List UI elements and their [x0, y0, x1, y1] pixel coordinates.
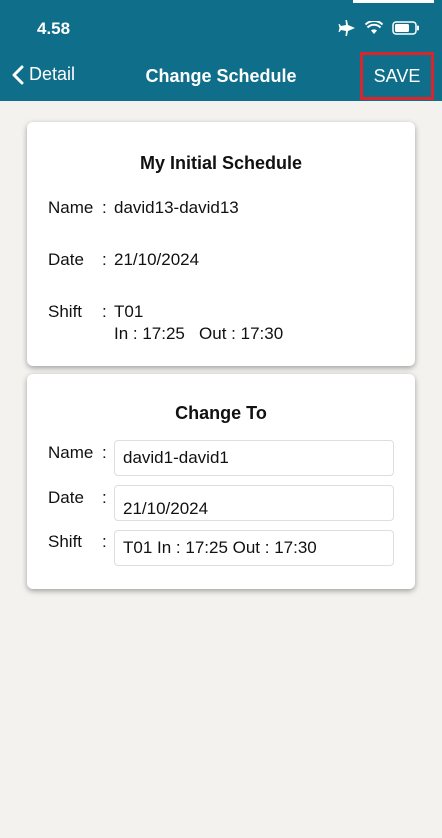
change-name-label: Name: [48, 443, 94, 462]
change-to-card: Change To Name : david1-david1 Date : 21…: [27, 374, 415, 589]
initial-shift-times: In : 17:25 Out : 17:30: [114, 324, 284, 343]
initial-shift-label: Shift: [48, 302, 83, 321]
initial-name-label: Name: [48, 198, 94, 217]
initial-name-colon: :: [102, 198, 107, 217]
change-date-label: Date: [48, 488, 84, 507]
initial-schedule-card: My Initial Schedule Name : david13-david…: [27, 122, 415, 366]
change-name-field[interactable]: david1-david1: [114, 440, 394, 476]
status-strip: [353, 0, 434, 3]
top-bar: 4.58 Detail Change Schedule SAVE: [0, 0, 442, 101]
page-title: Change Schedule: [145, 66, 297, 86]
change-shift-label: Shift: [48, 532, 83, 551]
initial-shift-colon: :: [102, 302, 107, 321]
change-shift-field[interactable]: T01 In : 17:25 Out : 17:30: [114, 530, 394, 566]
back-button[interactable]: Detail: [12, 64, 75, 85]
change-name-colon: :: [102, 443, 107, 462]
initial-date-value: 21/10/2024: [114, 250, 200, 269]
initial-date-colon: :: [102, 250, 107, 269]
change-date-value: 21/10/2024: [123, 499, 209, 518]
save-button[interactable]: SAVE: [360, 52, 434, 100]
wifi-icon: [365, 21, 383, 34]
back-label: Detail: [29, 64, 76, 84]
status-icons: [338, 20, 420, 36]
status-time: 4.58: [37, 19, 71, 38]
chevron-left-icon: [12, 65, 24, 84]
change-shift-value: T01 In : 17:25 Out : 17:30: [123, 538, 317, 557]
airplane-icon: [338, 20, 355, 36]
change-to-title: Change To: [175, 403, 267, 423]
initial-schedule-title: My Initial Schedule: [139, 153, 303, 173]
change-date-field[interactable]: 21/10/2024: [114, 485, 394, 521]
change-name-value: david1-david1: [123, 448, 229, 467]
initial-date-label: Date: [48, 250, 84, 269]
change-date-colon: :: [102, 488, 107, 507]
change-shift-colon: :: [102, 532, 107, 551]
battery-icon: [392, 21, 419, 35]
initial-shift-code: T01: [114, 302, 144, 321]
initial-name-value: david13-david13: [114, 198, 239, 217]
